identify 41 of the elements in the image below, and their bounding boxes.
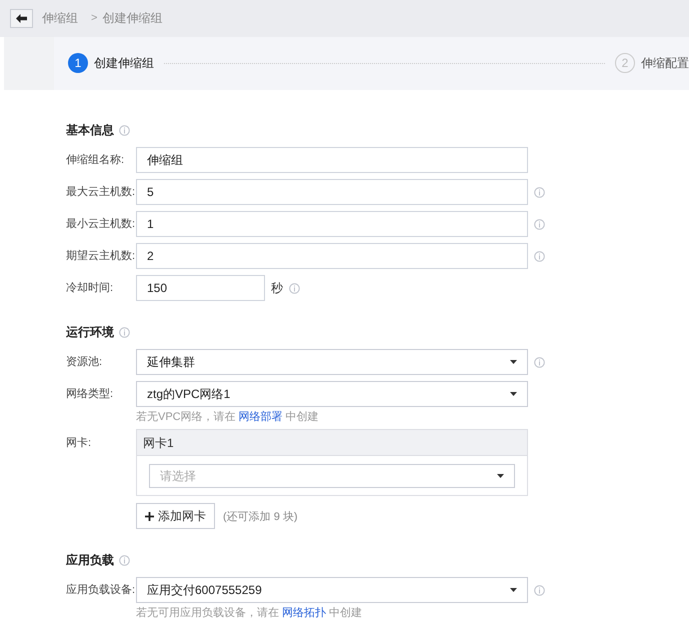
caret-icon <box>510 360 517 364</box>
field-label: 最大云主机数: <box>66 184 136 200</box>
text-field[interactable]: 150 <box>136 275 265 301</box>
select-field[interactable]: 应用交付6007555259 <box>136 577 528 603</box>
back-arrow-icon <box>16 14 27 23</box>
field-label: 网卡: <box>66 436 92 451</box>
breadcrumb-separator: > <box>91 12 98 24</box>
hint-link[interactable]: 网络拓扑 <box>282 607 326 619</box>
caret-icon <box>510 588 517 592</box>
hint-link[interactable]: 网络部署 <box>238 411 283 423</box>
remaining-note: (还可添加 9 块) <box>223 510 298 524</box>
unit-text: 秒 <box>271 280 283 296</box>
breadcrumb-current: 创建伸缩组 <box>102 10 162 27</box>
plus-icon <box>145 512 154 520</box>
section-title: 基本信息 <box>66 122 114 138</box>
section-title: 运行环境 <box>66 324 114 340</box>
step-number: 1 <box>68 53 88 74</box>
nic-header: 网卡1 <box>137 430 527 456</box>
field-label: 最小云主机数: <box>66 216 136 232</box>
text-field[interactable]: 5 <box>136 179 528 205</box>
field-label: 伸缩组名称: <box>66 152 126 168</box>
hint-text: 若无VPC网络，请在 网络部署 中创建 <box>136 410 320 424</box>
field-label: 冷却时间: <box>66 281 114 296</box>
select-field[interactable]: ztg的VPC网络1 <box>136 381 528 407</box>
text-field[interactable]: 1 <box>136 211 528 237</box>
caret-icon <box>497 474 504 478</box>
field-label: 资源池: <box>66 355 104 370</box>
select-field[interactable]: 延伸集群 <box>136 349 528 375</box>
section-title: 应用负载 <box>66 552 114 568</box>
step-label: 伸缩配置 <box>641 54 689 72</box>
back-button[interactable] <box>10 8 33 28</box>
caret-icon <box>510 392 517 396</box>
add-nic-button[interactable]: 添加网卡 <box>136 503 215 529</box>
field-label: 期望云主机数: <box>66 248 136 264</box>
step-label: 创建伸缩组 <box>94 54 154 72</box>
text-field[interactable]: 2 <box>136 243 528 269</box>
step-number: 2 <box>615 53 635 74</box>
text-field[interactable]: 伸缩组 <box>136 147 528 173</box>
field-label: 应用负载设备: <box>66 582 136 598</box>
field-label: 网络类型: <box>66 387 114 402</box>
hint-text: 若无可用应用负载设备，请在 网络拓扑 中创建 <box>136 606 363 620</box>
